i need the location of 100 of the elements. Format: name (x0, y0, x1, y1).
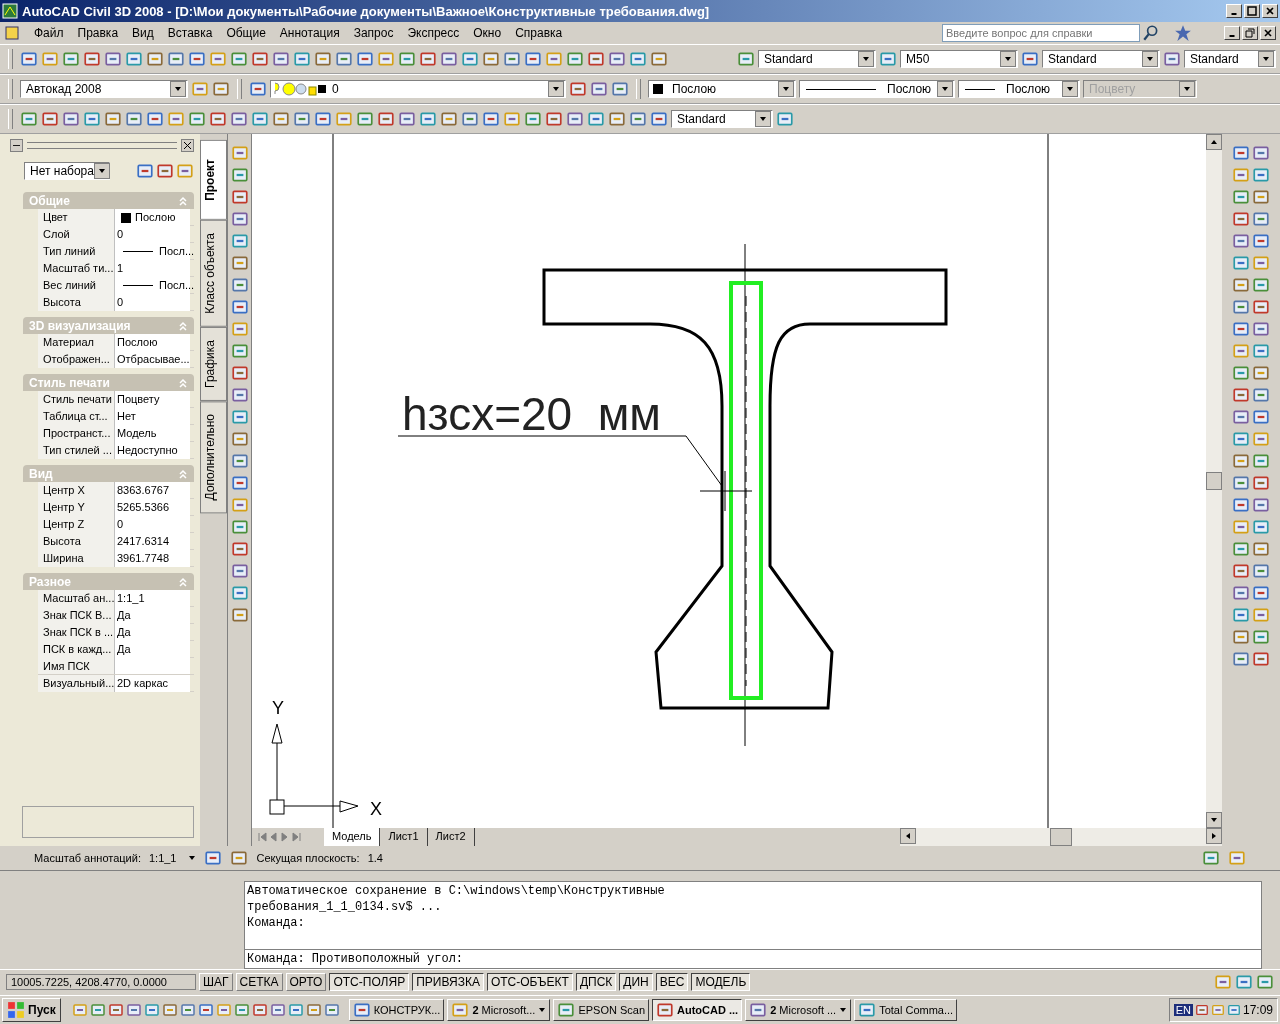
tool-icon[interactable] (858, 1001, 877, 1019)
tool-icon[interactable] (125, 50, 143, 68)
tool-icon[interactable] (188, 110, 206, 128)
tool-icon[interactable] (335, 110, 353, 128)
tool-icon[interactable] (1194, 1003, 1209, 1017)
tool-icon[interactable] (1232, 298, 1250, 316)
property-value[interactable]: 3961.7748 (115, 550, 190, 567)
tool-icon[interactable] (143, 1002, 160, 1018)
tool-icon[interactable] (272, 50, 290, 68)
menu-item[interactable]: Файл (34, 26, 64, 40)
tool-icon[interactable] (1232, 166, 1250, 184)
tool-icon[interactable] (41, 50, 59, 68)
tool-icon[interactable] (230, 452, 249, 470)
status-toggle[interactable]: ОТС-ПОЛЯР (329, 973, 410, 991)
selection-dropdown[interactable]: Нет набора (24, 162, 110, 180)
tool-icon[interactable] (1252, 628, 1270, 646)
menu-item[interactable]: Правка (77, 26, 119, 40)
tool-icon[interactable] (89, 1002, 106, 1018)
tool-icon[interactable] (545, 50, 563, 68)
status-toggle[interactable]: ВЕС (655, 973, 689, 991)
tool-icon[interactable] (879, 50, 897, 68)
tool-icon[interactable] (1232, 562, 1250, 580)
annotation-scale-dropdown[interactable]: 1:1_1 (148, 852, 177, 864)
tool-icon[interactable] (1252, 606, 1270, 624)
tool-icon[interactable] (136, 162, 154, 180)
property-value[interactable]: 2D каркас (115, 675, 190, 692)
tool-icon[interactable] (1232, 232, 1250, 250)
tool-icon[interactable] (230, 364, 249, 382)
tool-icon[interactable] (1210, 1003, 1225, 1017)
scrollbar-thumb[interactable] (1206, 472, 1222, 490)
tool-icon[interactable] (608, 110, 626, 128)
multileader-style-dropdown[interactable]: Standard (671, 110, 773, 128)
tool-icon[interactable] (156, 162, 174, 180)
tool-icon[interactable] (1256, 973, 1274, 991)
tool-icon[interactable] (1232, 430, 1250, 448)
taskbar-button[interactable]: EPSON Scan (553, 999, 650, 1021)
tool-icon[interactable] (1232, 452, 1250, 470)
layout-tab[interactable]: Модель (324, 828, 381, 846)
tool-icon[interactable] (104, 50, 122, 68)
close-button[interactable] (181, 138, 194, 152)
tool-icon[interactable] (1232, 276, 1250, 294)
horizontal-scrollbar[interactable] (900, 828, 1222, 846)
tool-icon[interactable] (191, 80, 209, 98)
tool-icon[interactable] (590, 80, 608, 98)
tool-icon[interactable] (1232, 518, 1250, 536)
lineweight-dropdown[interactable]: Послою (958, 80, 1080, 98)
tool-icon[interactable] (230, 298, 249, 316)
tool-icon[interactable] (656, 1001, 675, 1019)
status-toggle[interactable]: ДПСК (575, 973, 617, 991)
tool-icon[interactable] (1252, 386, 1270, 404)
tool-icon[interactable] (146, 50, 164, 68)
tool-icon[interactable] (629, 110, 647, 128)
property-value[interactable]: Послою (115, 209, 190, 226)
status-toggle[interactable]: ШАГ (199, 973, 233, 991)
tool-icon[interactable] (269, 1002, 286, 1018)
tool-icon[interactable] (230, 408, 249, 426)
tool-icon[interactable] (230, 606, 249, 624)
tool-icon[interactable] (566, 50, 584, 68)
taskbar-button[interactable]: 2 Microsoft ... (745, 999, 852, 1021)
collapse-button[interactable] (10, 138, 23, 152)
tool-icon[interactable] (104, 110, 122, 128)
tool-icon[interactable] (1232, 496, 1250, 514)
tool-icon[interactable] (1226, 1003, 1241, 1017)
grip-handle[interactable] (27, 141, 177, 149)
tool-icon[interactable] (1252, 342, 1270, 360)
tool-icon[interactable] (398, 50, 416, 68)
palette-tab[interactable]: Дополнительно (200, 400, 227, 513)
star-icon[interactable] (1174, 24, 1192, 42)
tool-icon[interactable] (749, 1001, 768, 1019)
multileader-style-dropdown[interactable]: Standard (1184, 50, 1276, 68)
property-value[interactable]: Да (115, 624, 190, 641)
menu-item[interactable]: Аннотация (279, 26, 340, 40)
status-toggle[interactable]: ОТС-ОБЪЕКТ (486, 973, 573, 991)
minimize-button[interactable] (1224, 26, 1240, 40)
taskbar-button[interactable]: КОНСТРУК... (348, 999, 445, 1021)
tool-icon[interactable] (503, 110, 521, 128)
tool-icon[interactable] (83, 110, 101, 128)
tool-icon[interactable] (314, 110, 332, 128)
search-icon[interactable] (1142, 24, 1160, 42)
maximize-button[interactable] (1244, 4, 1260, 18)
tool-icon[interactable] (587, 110, 605, 128)
taskbar-button[interactable]: AutoCAD ... (652, 999, 743, 1021)
property-value[interactable]: 1:1_1 (115, 590, 190, 607)
tool-icon[interactable] (482, 50, 500, 68)
status-toggle[interactable]: ОРТО (285, 973, 327, 991)
property-value[interactable]: Да (115, 641, 190, 658)
tool-icon[interactable] (1232, 188, 1250, 206)
status-toggle[interactable]: СЕТКА (235, 973, 283, 991)
tool-icon[interactable] (1232, 628, 1250, 646)
tool-icon[interactable] (482, 110, 500, 128)
tool-icon[interactable] (1252, 364, 1270, 382)
tool-icon[interactable] (587, 50, 605, 68)
tool-icon[interactable] (524, 50, 542, 68)
tool-icon[interactable] (1232, 254, 1250, 272)
minimize-button[interactable] (1226, 4, 1242, 18)
drawing-canvas[interactable]: hзсх=20 мм Y X (252, 134, 1206, 828)
tool-icon[interactable] (1252, 298, 1270, 316)
tool-icon[interactable] (230, 50, 248, 68)
property-value[interactable]: 8363.6767 (115, 482, 190, 499)
tool-icon[interactable] (188, 50, 206, 68)
